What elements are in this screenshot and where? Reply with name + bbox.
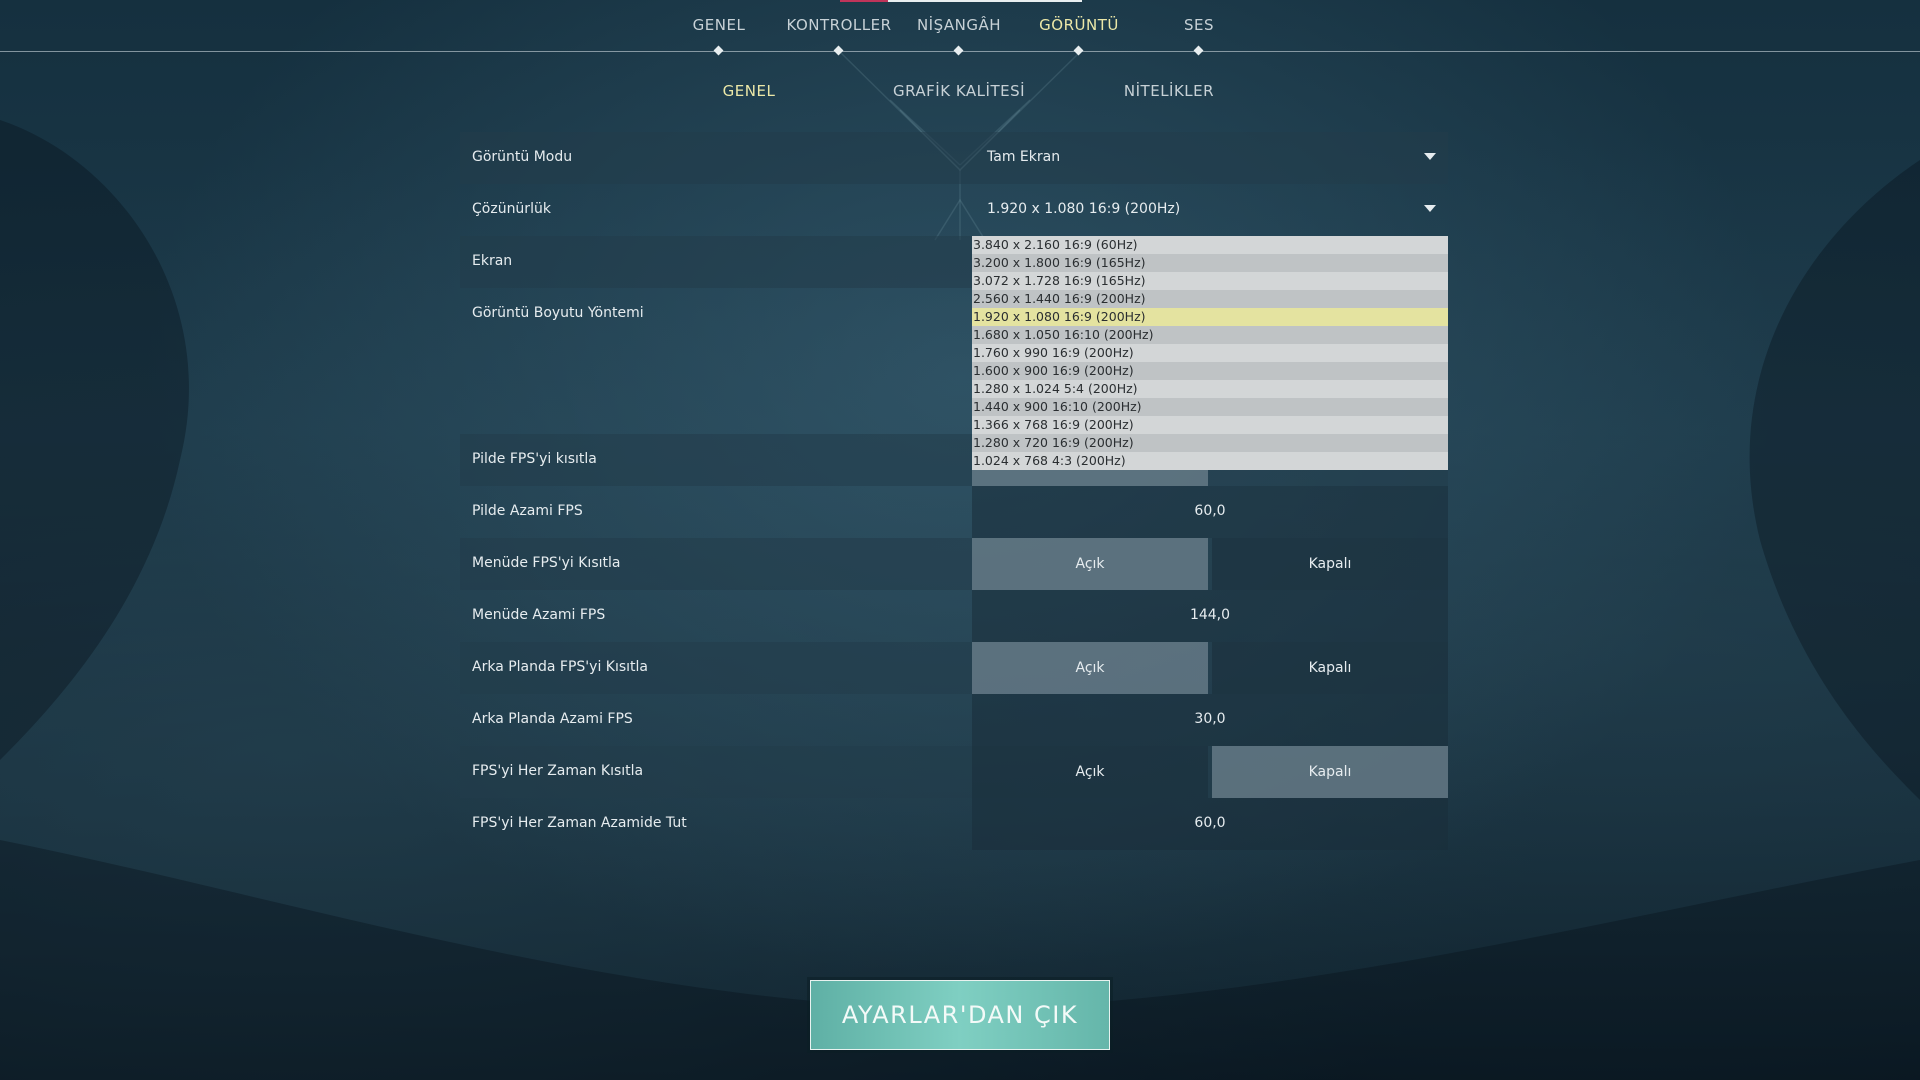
resolution-option[interactable]: 3.200 x 1.800 16:9 (165Hz): [972, 254, 1448, 272]
limit-fps-always-off-toggle[interactable]: Kapalı: [1212, 746, 1448, 798]
monitor-label: Ekran: [472, 253, 513, 269]
tab-nisangah-marker-icon: [953, 45, 964, 56]
max-fps-menu-value: 144,0: [1189, 607, 1231, 623]
resolution-options-list: 3.840 x 2.160 16:9 (60Hz) 3.200 x 1.800 …: [972, 236, 1448, 470]
limit-fps-menu-on-toggle[interactable]: Açık: [972, 538, 1208, 590]
resolution-option[interactable]: 3.072 x 1.728 16:9 (165Hz): [972, 272, 1448, 290]
resolution-option[interactable]: 1.760 x 990 16:9 (200Hz): [972, 344, 1448, 362]
limit-fps-background-control: Açık Kapalı: [972, 642, 1448, 694]
display-mode-value: Tam Ekran: [987, 149, 1061, 165]
subtab-genel[interactable]: GENEL: [649, 82, 849, 100]
resolution-label: Çözünürlük: [472, 201, 551, 217]
limit-fps-always-label: FPS'yi Her Zaman Kısıtla: [472, 763, 644, 779]
subtab-grafik-kalitesi[interactable]: GRAFİK KALİTESİ: [859, 82, 1059, 100]
scaling-label: Görüntü Boyutu Yöntemi: [472, 305, 644, 321]
limit-fps-menu-control: Açık Kapalı: [972, 538, 1448, 590]
limit-fps-background-off-toggle[interactable]: Kapalı: [1212, 642, 1448, 694]
row-resolution: Çözünürlük 1.920 x 1.080 16:9 (200Hz): [460, 184, 1448, 236]
max-fps-always-label: FPS'yi Her Zaman Azamide Tut: [472, 815, 687, 831]
max-fps-background-field[interactable]: 30,0: [972, 694, 1448, 746]
resolution-option[interactable]: 3.840 x 2.160 16:9 (60Hz): [972, 236, 1448, 254]
row-max-fps-menu: Menüde Azami FPS 144,0: [460, 590, 1448, 642]
row-limit-fps-menu: Menüde FPS'yi Kısıtla Açık Kapalı: [460, 538, 1448, 590]
tab-genel-marker-icon: [713, 45, 724, 56]
resolution-dropdown[interactable]: 1.920 x 1.080 16:9 (200Hz): [972, 184, 1448, 236]
max-fps-always-field[interactable]: 60,0: [972, 798, 1448, 850]
max-fps-always-value: 60,0: [1194, 815, 1226, 831]
tab-goruntu[interactable]: GÖRÜNTÜ: [1009, 16, 1149, 34]
row-limit-fps-background: Arka Planda FPS'yi Kısıtla Açık Kapalı: [460, 642, 1448, 694]
limit-fps-menu-off-toggle[interactable]: Kapalı: [1212, 538, 1448, 590]
max-fps-battery-value: 60,0: [1194, 503, 1226, 519]
max-fps-background-value: 30,0: [1194, 711, 1226, 727]
tab-kontroller[interactable]: KONTROLLER: [769, 16, 909, 34]
subtab-nitelikler[interactable]: NİTELİKLER: [1069, 82, 1269, 100]
row-max-fps-always: FPS'yi Her Zaman Azamide Tut 60,0: [460, 798, 1448, 850]
row-limit-fps-always: FPS'yi Her Zaman Kısıtla Açık Kapalı: [460, 746, 1448, 798]
max-fps-background-label: Arka Planda Azami FPS: [472, 711, 633, 727]
max-fps-menu-label: Menüde Azami FPS: [472, 607, 606, 623]
max-fps-battery-label: Pilde Azami FPS: [472, 503, 583, 519]
resolution-value: 1.920 x 1.080 16:9 (200Hz): [987, 201, 1181, 217]
resolution-option[interactable]: 1.366 x 768 16:9 (200Hz): [972, 416, 1448, 434]
tab-nisangah[interactable]: NİŞANGÂH: [889, 16, 1029, 34]
resolution-option[interactable]: 1.440 x 900 16:10 (200Hz): [972, 398, 1448, 416]
tab-genel[interactable]: GENEL: [649, 16, 789, 34]
resolution-option[interactable]: 1.280 x 1.024 5:4 (200Hz): [972, 380, 1448, 398]
top-tab-indicator-accent: [840, 0, 888, 2]
max-fps-menu-field[interactable]: 144,0: [972, 590, 1448, 642]
display-mode-label: Görüntü Modu: [472, 149, 573, 165]
resolution-option[interactable]: 1.600 x 900 16:9 (200Hz): [972, 362, 1448, 380]
chevron-down-icon: [1424, 153, 1436, 160]
exit-settings-button[interactable]: AYARLAR'DAN ÇIK: [810, 980, 1110, 1050]
limit-fps-menu-label: Menüde FPS'yi Kısıtla: [472, 555, 621, 571]
limit-fps-always-on-toggle[interactable]: Açık: [972, 746, 1208, 798]
chevron-down-icon: [1424, 205, 1436, 212]
row-max-fps-background: Arka Planda Azami FPS 30,0: [460, 694, 1448, 746]
limit-fps-battery-label: Pilde FPS'yi kısıtla: [472, 451, 597, 467]
tab-kontroller-marker-icon: [833, 45, 844, 56]
resolution-option[interactable]: 1.920 x 1.080 16:9 (200Hz): [972, 308, 1448, 326]
resolution-option[interactable]: 2.560 x 1.440 16:9 (200Hz): [972, 290, 1448, 308]
limit-fps-background-label: Arka Planda FPS'yi Kısıtla: [472, 659, 648, 675]
limit-fps-always-control: Açık Kapalı: [972, 746, 1448, 798]
resolution-option[interactable]: 1.680 x 1.050 16:10 (200Hz): [972, 326, 1448, 344]
display-mode-dropdown[interactable]: Tam Ekran: [972, 132, 1448, 184]
resolution-option[interactable]: 1.280 x 720 16:9 (200Hz): [972, 434, 1448, 452]
max-fps-battery-field[interactable]: 60,0: [972, 486, 1448, 538]
limit-fps-background-on-toggle[interactable]: Açık: [972, 642, 1208, 694]
row-max-fps-battery: Pilde Azami FPS 60,0: [460, 486, 1448, 538]
tab-ses[interactable]: SES: [1129, 16, 1269, 34]
tab-goruntu-marker-icon: [1073, 45, 1084, 56]
tab-ses-marker-icon: [1193, 45, 1204, 56]
resolution-option[interactable]: 1.024 x 768 4:3 (200Hz): [972, 452, 1448, 470]
row-display-mode: Görüntü Modu Tam Ekran: [460, 132, 1448, 184]
